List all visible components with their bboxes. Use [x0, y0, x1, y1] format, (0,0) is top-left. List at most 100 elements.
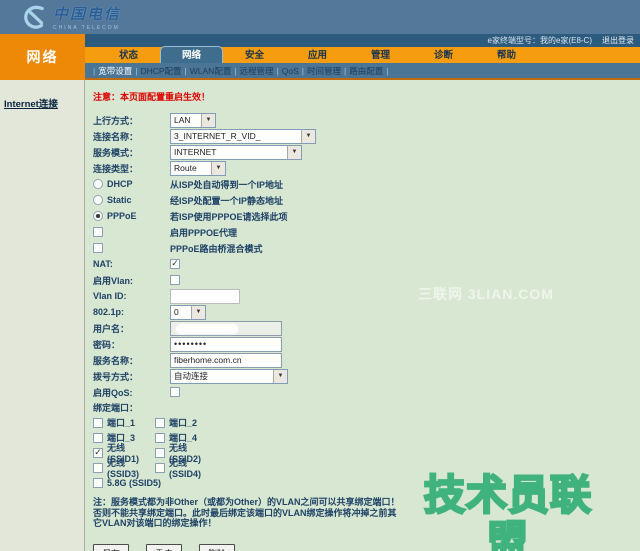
sidebar-item-internet-connection[interactable]: Internet连接 — [4, 99, 58, 110]
form-row-uplink: 上行方式： LAN▼ — [93, 112, 640, 128]
form-row-qos: 启用QoS: — [93, 384, 640, 400]
separator: | — [386, 66, 388, 76]
tab-network[interactable]: 网络 — [160, 46, 223, 63]
delete-button[interactable]: 删除 — [199, 544, 235, 551]
logout-link[interactable]: 退出登录 — [602, 35, 634, 46]
section-title: 网络 — [27, 47, 59, 67]
tab-management[interactable]: 管理 — [349, 49, 412, 63]
header: 中国电信 CHINA TELECOM 网络 e家终端型号：我的e家(E8-C) … — [0, 0, 640, 80]
pppoe-bridge-checkbox[interactable] — [93, 243, 103, 253]
dial-mode-label: 拨号方式： — [93, 370, 170, 383]
separator: | — [302, 66, 304, 76]
nat-checkbox[interactable] — [170, 259, 180, 269]
vlan-note-line3: 它VLAN对该端口的绑定操作！ — [93, 518, 413, 529]
ssid4-checkbox[interactable] — [155, 463, 165, 473]
uplink-select[interactable]: LAN▼ — [170, 113, 216, 128]
action-buttons: 保存 重启 删除 — [93, 544, 640, 551]
port1-checkbox[interactable] — [93, 418, 103, 428]
pppoe-label: PPPoE — [107, 211, 137, 221]
dhcp-desc: 从ISP处自动得到一个IP地址 — [170, 178, 283, 191]
vlan-enable-label: 启用Vlan: — [93, 274, 170, 287]
save-button[interactable]: 保存 — [93, 544, 129, 551]
static-desc: 经ISP处配置一个IP静态地址 — [170, 194, 283, 207]
dial-mode-select[interactable]: 自动连接▼ — [170, 369, 288, 384]
separator: | — [344, 66, 346, 76]
subnav-route-config[interactable]: 路由配置 — [349, 65, 383, 77]
pppoe-bridge-label: PPPoE路由桥混合模式 — [170, 242, 263, 255]
tab-security[interactable]: 安全 — [223, 49, 286, 63]
dhcp-radio[interactable] — [93, 179, 103, 189]
router-admin-page: 中国电信 CHINA TELECOM 网络 e家终端型号：我的e家(E8-C) … — [0, 0, 640, 551]
port1-label: 端口_1 — [107, 416, 135, 429]
static-radio[interactable] — [93, 195, 103, 205]
vlan-note-line2: 否则不能共享绑定端口。此时最后绑定该端口的VLAN绑定操作将冲掉之前其 — [93, 508, 413, 519]
separator: | — [93, 66, 95, 76]
vlan-note: 注：服务模式都为非Other（或都为Other）的VLAN之间可以共享绑定端口！… — [93, 497, 413, 529]
conn-name-select[interactable]: 3_INTERNET_R_VID_▼ — [170, 129, 316, 144]
service-mode-select[interactable]: INTERNET▼ — [170, 145, 302, 160]
tab-help[interactable]: 帮助 — [475, 49, 538, 63]
service-name-label: 服务名称： — [93, 354, 170, 367]
section-title-block: 网络 — [0, 34, 85, 80]
vlan-enable-checkbox[interactable] — [170, 275, 180, 285]
form-row-service-name: 服务名称： fiberhome.com.cn — [93, 352, 640, 368]
subnav-wlan-config[interactable]: WLAN配置 — [190, 65, 232, 77]
brand-name-en: CHINA TELECOM — [53, 25, 121, 31]
tab-application[interactable]: 应用 — [286, 49, 349, 63]
body: Internet连接 注意：本页面配置重启生效！ 上行方式： LAN▼ 连接名称… — [0, 80, 640, 551]
qos-checkbox[interactable] — [170, 387, 180, 397]
static-label: Static — [107, 195, 132, 205]
service-mode-label: 服务模式： — [93, 146, 170, 159]
header-top-band: 中国电信 CHINA TELECOM — [0, 0, 640, 34]
pppoe-desc: 若ISP使用PPPOE请选择此项 — [170, 210, 288, 223]
subnav-dhcp-config[interactable]: DHCP配置 — [140, 65, 181, 77]
main-content: 注意：本页面配置重启生效！ 上行方式： LAN▼ 连接名称： 3_INTERNE… — [85, 80, 640, 551]
form-row-username: 用户名： — [93, 320, 640, 336]
8021p-select[interactable]: 0▼ — [170, 305, 206, 320]
ssid3-checkbox[interactable] — [93, 463, 103, 473]
form-row-pppoe-bridge: PPPoE路由桥混合模式 — [93, 240, 640, 256]
redaction-blob — [176, 324, 238, 334]
form-row-nat: NAT: — [93, 256, 640, 272]
brand-logo: 中国电信 CHINA TELECOM — [22, 3, 121, 31]
8021p-label: 802.1p: — [93, 307, 170, 317]
subnav-broadband-settings[interactable]: 宽带设置 — [98, 65, 132, 77]
form-row-pppoe-proxy: 启用PPPOE代理 — [93, 224, 640, 240]
conn-name-label: 连接名称： — [93, 130, 170, 143]
sidebar: Internet连接 — [0, 80, 85, 551]
separator: | — [234, 66, 236, 76]
sub-nav: | 宽带设置 | DHCP配置 | WLAN配置 | 远程管理 | QoS | … — [85, 63, 640, 78]
pppoe-proxy-checkbox[interactable] — [93, 227, 103, 237]
chevron-down-icon: ▼ — [201, 114, 215, 127]
password-label: 密码： — [93, 338, 170, 351]
form-row-conn-name: 连接名称： 3_INTERNET_R_VID_▼ — [93, 128, 640, 144]
bind-port-label: 绑定端口： — [93, 401, 170, 414]
subnav-time-mgmt[interactable]: 时间管理 — [307, 65, 341, 77]
subnav-remote-mgmt[interactable]: 远程管理 — [240, 65, 274, 77]
vlan-id-label: Vlan ID: — [93, 291, 170, 301]
brand-text: 中国电信 CHINA TELECOM — [53, 3, 121, 31]
ssid5-checkbox[interactable] — [93, 478, 103, 488]
service-name-input[interactable]: fiberhome.com.cn — [170, 353, 282, 368]
main-nav-tabs: 状态 网络 安全 应用 管理 诊断 帮助 — [85, 47, 640, 63]
tab-diagnosis[interactable]: 诊断 — [412, 49, 475, 63]
bind-port-row-1: 端口_1 端口_2 — [93, 415, 640, 430]
tab-status[interactable]: 状态 — [97, 49, 160, 63]
conn-type-value: Route — [174, 163, 197, 173]
username-input[interactable] — [170, 321, 282, 336]
pppoe-radio[interactable] — [93, 211, 103, 221]
header-right: e家终端型号：我的e家(E8-C) 退出登录 状态 网络 安全 应用 管理 诊断… — [85, 34, 640, 80]
password-input[interactable]: •••••••• — [170, 337, 282, 352]
dhcp-label: DHCP — [107, 179, 133, 189]
separator: | — [185, 66, 187, 76]
form-row-password: 密码： •••••••• — [93, 336, 640, 352]
conn-type-select[interactable]: Route ▼ — [170, 161, 226, 176]
reboot-button[interactable]: 重启 — [146, 544, 182, 551]
separator: | — [135, 66, 137, 76]
subnav-qos[interactable]: QoS — [282, 66, 299, 76]
vlan-id-input[interactable] — [170, 289, 240, 304]
uplink-label: 上行方式： — [93, 114, 170, 127]
terminal-model-text: e家终端型号：我的e家(E8-C) — [488, 35, 592, 46]
port2-checkbox[interactable] — [155, 418, 165, 428]
chevron-down-icon: ▼ — [211, 162, 225, 175]
